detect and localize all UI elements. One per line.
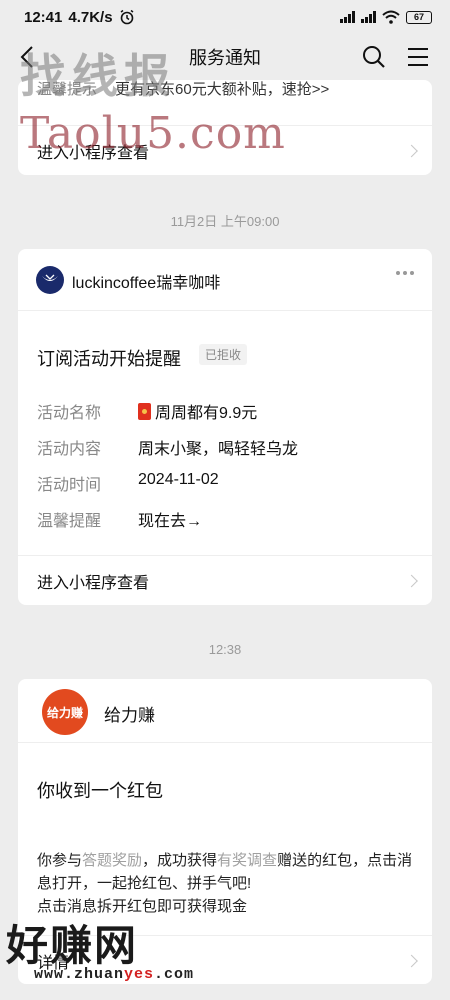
geilizhuan-logo: 给力赚 — [42, 689, 88, 735]
enter-miniprogram-row[interactable]: 进入小程序查看 — [18, 555, 432, 605]
wifi-icon — [382, 10, 400, 24]
timestamp: 11月2日 上午09:00 — [170, 214, 280, 229]
watermark-top: 找线报 — [20, 50, 176, 102]
chevron-right-icon — [405, 574, 418, 587]
message-body: 你参与答题奖励，成功获得有奖调查赠送的红包，点击消息打开，一起抢红包、拼手气吧!… — [37, 849, 417, 918]
signal-icon — [340, 11, 355, 23]
field-label: 活动名称 — [37, 405, 102, 422]
status-time: 12:41 — [24, 8, 63, 26]
luckin-logo-icon — [36, 266, 64, 294]
field-value: 周末小聚，喝轻轻乌龙 — [138, 441, 299, 458]
search-icon[interactable] — [360, 43, 388, 71]
status-bar: 12:41 4.7K/s 67 — [0, 0, 450, 34]
message-title: 你收到一个红包 — [37, 781, 163, 801]
field-value: 2024-11-02 — [138, 471, 219, 488]
watermark-url-part: www.zhuan — [34, 966, 125, 983]
card-header[interactable]: 给力赚 给力赚 — [18, 679, 432, 743]
body-text: ，成功获得 — [142, 852, 218, 869]
alarm-icon — [120, 9, 134, 25]
chevron-right-icon — [405, 954, 418, 967]
brand-name: 给力赚 — [104, 706, 155, 725]
field-value-text: 周周都有9.9元 — [155, 405, 258, 422]
network-speed: 4.7K/s — [68, 8, 113, 26]
brand-name: luckincoffee瑞幸咖啡 — [72, 275, 221, 292]
chevron-right-icon — [405, 144, 418, 157]
field-value: 现在去→ — [138, 513, 203, 530]
field-label: 活动内容 — [37, 441, 102, 458]
battery-icon: 67 — [406, 10, 432, 24]
notification-card-luckin: luckincoffee瑞幸咖啡 订阅活动开始提醒 已拒收 活动名称 周周都有9… — [18, 249, 432, 605]
card-header[interactable]: luckincoffee瑞幸咖啡 — [18, 249, 432, 311]
watermark-url-part: .com — [154, 966, 195, 983]
enter-miniprogram-label: 进入小程序查看 — [37, 574, 150, 592]
signal-icon-2 — [361, 11, 376, 23]
status-badge: 已拒收 — [199, 344, 248, 365]
red-packet-icon — [138, 402, 151, 420]
timestamp: 12:38 — [208, 642, 242, 657]
notice-title: 订阅活动开始提醒 — [37, 349, 181, 369]
watermark-url-part: yes — [124, 966, 155, 983]
field-label: 温馨提醒 — [37, 513, 102, 530]
body-link: 答题奖励 — [82, 852, 143, 869]
field-label: 活动时间 — [37, 477, 102, 494]
watermark-url: www.zhuanyes.com — [34, 966, 194, 983]
watermark-taolu5: Taolu5.com — [20, 108, 286, 159]
menu-icon[interactable] — [404, 43, 432, 71]
body-text: 你参与 — [37, 852, 83, 869]
more-icon[interactable] — [396, 271, 414, 275]
field-value: 周周都有9.9元 — [138, 399, 257, 423]
watermark-bottom: 好赚网 — [6, 922, 139, 969]
body-link: 有奖调查 — [217, 852, 278, 869]
